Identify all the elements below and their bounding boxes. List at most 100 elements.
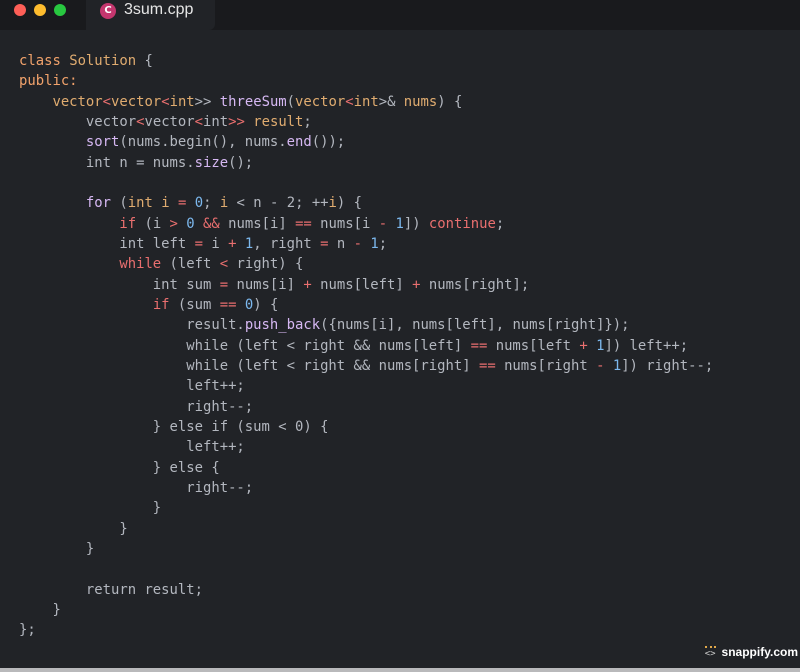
code-token: { [136, 53, 153, 69]
code-token: if [152, 296, 170, 313]
code-line: } [19, 498, 713, 518]
watermark: <> snappify.com [704, 645, 798, 659]
code-token: nums[i] [228, 276, 304, 293]
code-token: left++; [19, 378, 245, 395]
code-token: < [161, 93, 170, 110]
code-token: result [253, 113, 304, 130]
file-tab[interactable]: C 3sum.cpp [86, 0, 215, 30]
code-token: >> [194, 93, 220, 110]
code-token: size [194, 154, 229, 171]
code-token: class [19, 53, 61, 69]
file-tab-label: 3sum.cpp [124, 1, 194, 18]
code-token: int [169, 93, 195, 110]
code-token: } [19, 601, 61, 618]
code-token: int sum [19, 276, 220, 293]
code-token: ; [495, 215, 505, 232]
code-token: } [19, 540, 95, 557]
code-line: while (left < right && nums[right] == nu… [19, 356, 713, 376]
code-token: 0 [186, 215, 195, 232]
code-line: return result; [19, 580, 713, 600]
code-token: while (left < right && nums[left] [19, 337, 471, 354]
code-line: }; [19, 620, 713, 640]
code-token: threeSum [219, 93, 287, 110]
code-token: = [219, 276, 229, 293]
code-line: vector<vector<int>> threeSum(vector<int>… [19, 92, 713, 112]
code-line: if (i > 0 && nums[i] == nums[i - 1]) con… [19, 214, 713, 234]
minimize-window-button[interactable] [34, 4, 46, 16]
code-token: (left [161, 256, 220, 273]
code-token: } else { [19, 459, 220, 476]
code-token: ]) right--; [621, 357, 714, 374]
code-token: vector [295, 93, 346, 110]
code-token: = [320, 235, 329, 252]
code-token: public: [19, 73, 78, 90]
code-token: int [353, 93, 379, 110]
code-token: push_back [244, 317, 321, 334]
code-window: C 3sum.cpp class Solution { public: vecto… [0, 0, 800, 668]
code-line: right--; [19, 478, 713, 498]
code-editor[interactable]: class Solution {public: vector<vector<in… [19, 51, 713, 641]
code-token: Solution [69, 53, 137, 69]
code-token: nums[left] [311, 276, 413, 293]
code-token: vector [19, 113, 137, 130]
code-token: ) { [336, 195, 363, 212]
code-token: vector [111, 93, 162, 110]
code-token: 1 [612, 357, 622, 374]
code-line: } [19, 539, 713, 559]
code-line: int n = nums.size(); [19, 153, 713, 173]
code-token: while [119, 256, 162, 273]
code-token: (sum [169, 296, 220, 313]
code-token: left++; [19, 439, 245, 456]
code-token: for [85, 195, 111, 212]
code-token: int [127, 195, 153, 212]
code-line: while (left < right) { [19, 254, 713, 274]
title-bar: C 3sum.cpp [0, 0, 800, 30]
code-token: end [286, 134, 312, 151]
code-token: && [203, 215, 220, 232]
code-token: i [328, 195, 337, 212]
watermark-text: snappify.com [721, 645, 798, 659]
close-window-button[interactable] [14, 4, 26, 16]
code-token: right--; [19, 398, 254, 415]
code-token: result. [19, 317, 245, 334]
code-token: ) { [437, 93, 463, 110]
code-token: ) { [253, 296, 279, 313]
code-token: ]) left++; [604, 337, 689, 354]
zoom-window-button[interactable] [54, 4, 66, 16]
code-token: ]) [403, 215, 429, 232]
code-token: == [219, 296, 237, 313]
code-token: int left [19, 235, 195, 252]
code-line: while (left < right && nums[left] == num… [19, 336, 713, 356]
code-token: 1 [370, 235, 379, 252]
code-token: >& [378, 93, 404, 110]
code-token: int [203, 113, 229, 130]
code-token: i [161, 195, 170, 212]
code-line: right--; [19, 397, 713, 417]
code-token: ; [203, 195, 220, 212]
code-brackets-icon: <> [704, 645, 716, 659]
code-line: } [19, 600, 713, 620]
code-token: while (left < right && nums[right] [19, 357, 479, 374]
code-line: if (sum == 0) { [19, 295, 713, 315]
code-line: left++; [19, 437, 713, 457]
cpp-file-icon: C [100, 3, 116, 19]
code-token: + [303, 276, 312, 293]
code-token: ( [286, 93, 296, 110]
code-token: i [219, 195, 229, 212]
code-token: < [102, 93, 112, 110]
code-token: + [579, 337, 588, 354]
code-token: sort [85, 134, 120, 151]
code-token: ; [378, 235, 388, 252]
code-token: if [119, 215, 137, 232]
code-token: - [378, 215, 388, 232]
